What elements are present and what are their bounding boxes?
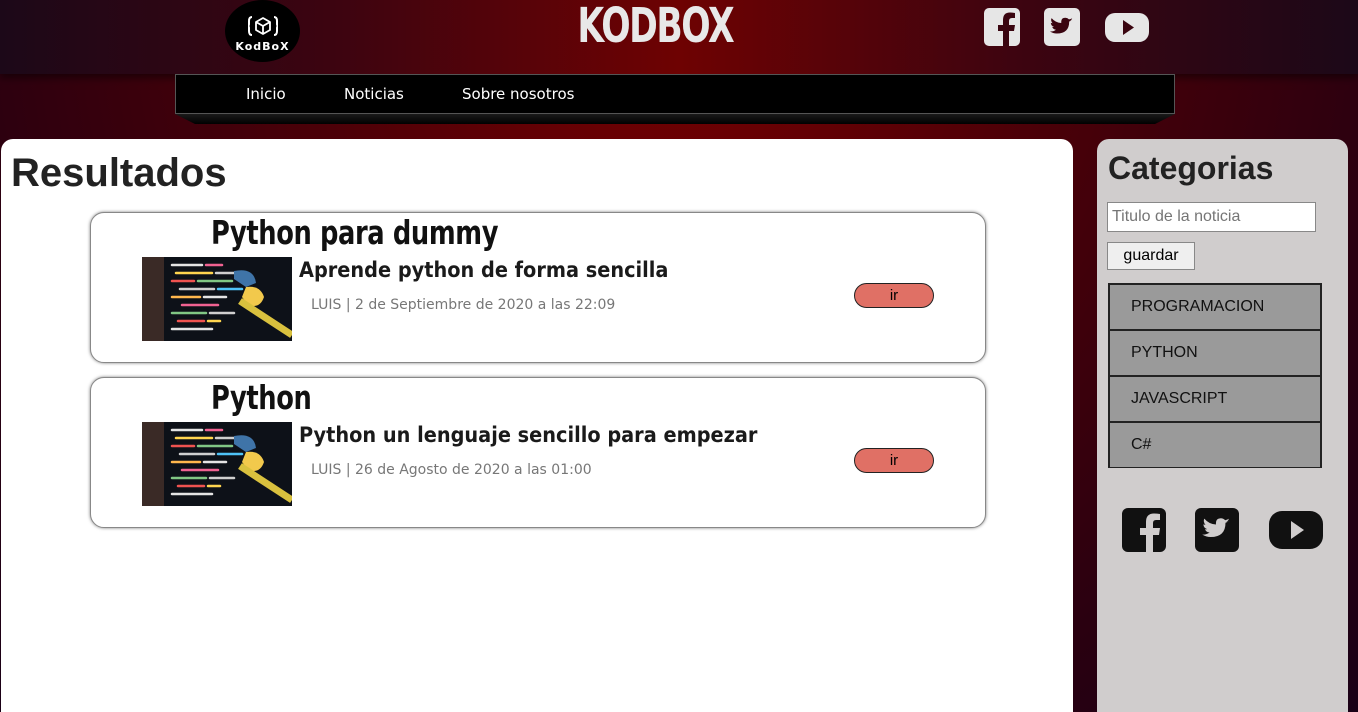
cube-code-icon — [247, 16, 278, 36]
category-item-python[interactable]: PYTHON — [1109, 330, 1321, 376]
navbar-bevel — [175, 114, 1175, 124]
twitter-icon[interactable] — [1194, 507, 1240, 553]
go-button[interactable]: ir — [854, 283, 934, 308]
main-navbar: Inicio Noticias Sobre nosotros — [175, 74, 1175, 114]
logo-text: KodBoX — [235, 40, 290, 53]
twitter-icon[interactable] — [1043, 6, 1081, 48]
category-item-programacion[interactable]: PROGRAMACION — [1109, 284, 1321, 330]
result-title[interactable]: Python para dummy — [211, 213, 498, 252]
site-brand-title: KODBOX — [577, 0, 734, 54]
nav-item-sobre-nosotros[interactable]: Sobre nosotros — [462, 75, 574, 113]
category-list: PROGRAMACION PYTHON JAVASCRIPT C# — [1108, 283, 1322, 468]
result-meta: LUIS | 2 de Septiembre de 2020 a las 22:… — [311, 297, 616, 313]
sidebar: Categorias guardar PROGRAMACION PYTHON J… — [1097, 139, 1348, 712]
result-thumbnail[interactable] — [142, 257, 292, 341]
save-button[interactable]: guardar — [1107, 242, 1195, 270]
result-card: Python Python un lenguaje sencillo para … — [90, 377, 986, 528]
nav-item-inicio[interactable]: Inicio — [246, 75, 286, 113]
category-item-csharp[interactable]: C# — [1109, 422, 1321, 468]
results-panel: Resultados Python para dummy Aprende pyt… — [1, 139, 1073, 712]
category-item-javascript[interactable]: JAVASCRIPT — [1109, 376, 1321, 422]
nav-item-noticias[interactable]: Noticias — [344, 75, 404, 113]
youtube-icon[interactable] — [1268, 507, 1324, 553]
facebook-icon[interactable] — [983, 6, 1021, 48]
sidebar-title: Categorias — [1108, 150, 1274, 186]
site-logo[interactable]: KodBoX — [225, 0, 300, 62]
youtube-icon[interactable] — [1104, 6, 1150, 48]
result-card: Python para dummy Aprende python de form… — [90, 212, 986, 363]
go-button[interactable]: ir — [854, 448, 934, 473]
result-title[interactable]: Python — [211, 378, 312, 417]
site-header: KodBoX KODBOX — [0, 0, 1358, 74]
result-thumbnail[interactable] — [142, 422, 292, 506]
result-subtitle[interactable]: Aprende python de forma sencilla — [299, 258, 668, 282]
news-title-input[interactable] — [1107, 202, 1316, 232]
result-meta: LUIS | 26 de Agosto de 2020 a las 01:00 — [311, 462, 592, 478]
facebook-icon[interactable] — [1121, 507, 1167, 553]
page-title: Resultados — [11, 151, 227, 195]
result-subtitle[interactable]: Python un lenguaje sencillo para empezar — [299, 423, 757, 447]
